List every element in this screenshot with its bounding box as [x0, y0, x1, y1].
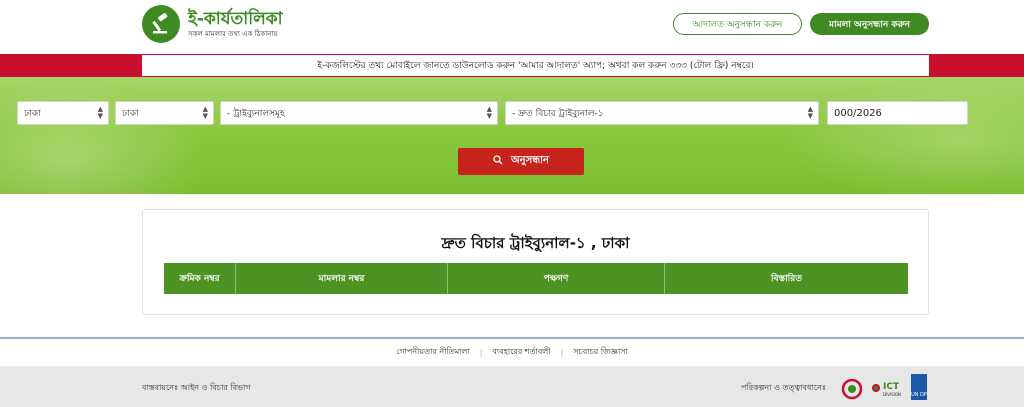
column-header-serial: ক্রমিক নম্বর	[164, 263, 236, 294]
updown-arrow-icon: ▲ ▼	[486, 105, 492, 120]
court-search-button[interactable]: আদালত অনুসন্ধান করুন	[673, 13, 802, 35]
court-select[interactable]: - দ্রুত বিচার ট্রাইব্যুনাল-১ ▲ ▼	[505, 101, 819, 125]
a2i-logo-icon	[840, 376, 864, 400]
notice-text: ই-কজলিস্টের তথ্য মোবাইলে জানতে ডাউনলোড ক…	[142, 55, 929, 76]
ict-sub-label: DIVISION	[883, 392, 901, 397]
logo-title: ই-কার্যতালিকা	[188, 9, 283, 29]
district-select-value: ঢাকা	[122, 108, 139, 119]
search-button[interactable]: অনুসন্ধান	[458, 148, 584, 175]
result-card: দ্রুত বিচার ট্রাইব্যুনাল-১ , ঢাকা ক্রমিক…	[142, 209, 929, 315]
result-title: দ্রুত বিচার ট্রাইব্যুনাল-১ , ঢাকা	[441, 234, 630, 252]
terms-link[interactable]: ব্যবহারের শর্তাবলী	[482, 346, 560, 359]
undp-label: UN DP	[911, 392, 927, 398]
site-logo[interactable]: ই-কার্যতালিকা সকল মামলার তথ্য এক ঠিকানায…	[142, 4, 283, 44]
implementation-credit: বাস্তবায়নেঃ আইন ও বিচার বিভাগ	[142, 383, 251, 392]
privacy-policy-link[interactable]: গোপনীয়তার নীতিমালা	[386, 346, 480, 359]
column-header-case-number: মামলার নম্বর	[236, 263, 448, 294]
search-panel	[0, 77, 1024, 194]
column-header-details: বিস্তারিত	[771, 274, 802, 284]
court-type-select-value: - ট্রাইব্যুনালসমূহ	[227, 108, 285, 119]
ict-label: ICT	[883, 382, 900, 392]
district-select[interactable]: ঢাকা ▲ ▼	[115, 101, 214, 125]
gavel-icon	[142, 5, 180, 43]
undp-logo: UN DP	[911, 374, 927, 400]
site-footer: বাস্তবায়নেঃ আইন ও বিচার বিভাগ পরিকল্পনা…	[0, 366, 1024, 407]
division-select-value: ঢাকা	[24, 108, 41, 119]
court-type-select[interactable]: - ট্রাইব্যুনালসমূহ ▲ ▼	[220, 101, 498, 125]
faq-link[interactable]: সচরাচর জিজ্ঞাসা	[563, 346, 638, 359]
ict-division-logo: ICT DIVISION	[870, 376, 906, 400]
footer-links: গোপনীয়তার নীতিমালা | ব্যবহারের শর্তাবলী…	[0, 339, 1024, 366]
case-number-input[interactable]	[827, 101, 968, 125]
updown-arrow-icon: ▲ ▼	[97, 105, 103, 120]
division-select[interactable]: ঢাকা ▲ ▼	[17, 101, 109, 125]
search-button-label: অনুসন্ধান	[510, 155, 550, 166]
column-header-parties: পক্ষগণ	[448, 263, 665, 294]
logo-subtitle: সকল মামলার তথ্য এক ঠিকানায়	[188, 30, 278, 38]
site-header: ই-কার্যতালিকা সকল মামলার তথ্য এক ঠিকানায…	[0, 0, 1024, 54]
updown-arrow-icon: ▲ ▼	[807, 105, 813, 120]
search-icon	[493, 155, 503, 168]
court-select-value: - দ্রুত বিচার ট্রাইব্যুনাল-১	[512, 108, 604, 119]
planning-credit: পরিকল্পনা ও তত্ত্বাবধানেঃ	[741, 383, 827, 392]
result-table-header: ক্রমিক নম্বর মামলার নম্বর পক্ষগণ বিস্তার…	[164, 263, 908, 294]
case-search-button[interactable]: মামলা অনুসন্ধান করুন	[810, 13, 929, 35]
updown-arrow-icon: ▲ ▼	[202, 105, 208, 120]
